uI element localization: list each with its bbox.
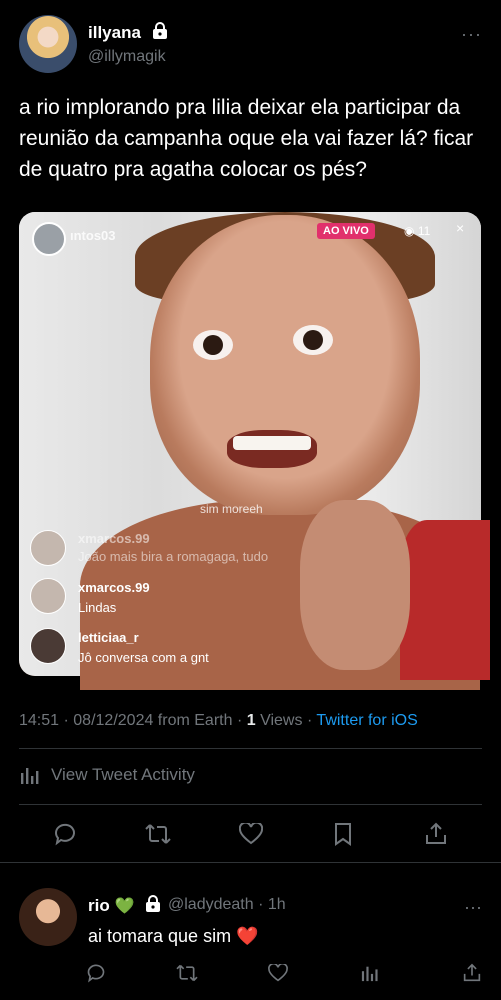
retweet-icon [176,964,198,982]
comment-avatar [30,578,66,614]
tweet-date: 08/12/2024 from Earth [73,712,233,729]
bookmark-icon [335,823,351,846]
reply-time: · 1h [258,896,286,913]
view-activity-label: View Tweet Activity [51,765,195,784]
reply-icon [87,964,105,983]
bookmark-button[interactable] [328,820,358,848]
live-badge: AO VIVO [317,223,375,239]
reply-button[interactable] [50,820,80,848]
reply-author-avatar[interactable] [19,888,77,946]
reply-icon [54,823,75,846]
comment-text: Jô conversa com a gnt [78,650,209,665]
comment-text: João mais bira a romagaga, tudo [78,549,269,564]
tweet-meta: 14:51 · 08/12/2024 from Earth · 1 Views … [19,712,418,729]
reply-author-display-name[interactable]: rio 💚 [88,895,161,916]
live-viewers: ◉ 11 [404,224,431,238]
share-icon [463,963,481,982]
green-heart-emoji: 💚 [114,898,135,915]
reply-reply-button[interactable] [84,962,108,984]
media-pupil-right [303,330,323,350]
reply-text: ai tomara que sim ❤️ [88,926,259,946]
reply-retweet-button[interactable] [175,962,199,984]
eye-icon: ◉ [404,224,415,238]
tweet-time: 14:51 [19,712,60,729]
views-label: Views [260,712,303,729]
view-activity-button[interactable]: View Tweet Activity [19,765,195,785]
comment-avatar [30,628,66,664]
comment-user: letticiaa_r [78,630,139,645]
like-button[interactable] [236,820,266,848]
media-person-face [150,215,420,515]
reply-share-button[interactable] [460,962,484,984]
more-options-icon[interactable]: ··· [464,897,482,918]
live-user-avatar [32,222,66,256]
divider [19,748,482,749]
share-icon [426,822,446,844]
comment-text: Lindas [78,600,117,615]
media-pupil-left [203,335,223,355]
lock-icon [146,895,161,912]
retweet-icon [145,824,171,844]
comment-avatar [30,530,66,566]
analytics-icon [21,768,39,784]
close-icon: × [456,220,465,236]
red-heart-emoji: ❤️ [236,926,259,946]
reply-like-button[interactable] [266,962,290,984]
comment-user: xmarcos.99 [78,531,150,546]
views-count: 1 [246,712,256,729]
analytics-icon [361,966,378,982]
heart-icon [239,823,263,845]
author-avatar[interactable] [19,15,77,73]
heart-icon [268,964,288,982]
author-display-name[interactable]: illyana [88,22,168,43]
comment-user: xmarcos.99 [78,580,150,595]
media-shirt [400,520,490,680]
divider [19,804,482,805]
tweet-text: a rio implorando pra lilia deixar ela pa… [19,96,474,181]
tweet-source-link[interactable]: Twitter for iOS [316,712,417,729]
reply-views-button[interactable] [358,962,382,984]
more-options-icon[interactable]: ··· [461,24,482,45]
live-comment-pill: sim moreeh [200,502,263,516]
media-teeth [233,436,311,450]
lock-icon [152,22,167,39]
divider [0,862,501,863]
retweet-button[interactable] [143,820,173,848]
reply-author-handle[interactable]: @ladydeath · 1h [168,896,286,914]
author-handle[interactable]: @illymagik [88,48,166,66]
live-username: ıntos03 [70,228,116,243]
share-button[interactable] [421,820,451,848]
media-hand [300,500,410,670]
